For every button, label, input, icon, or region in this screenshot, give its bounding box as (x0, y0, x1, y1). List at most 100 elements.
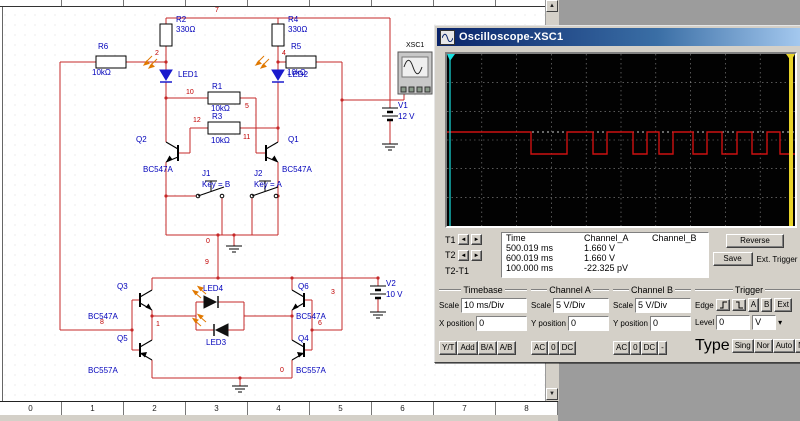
j1-key: Key = B (202, 180, 231, 189)
window-title: Oscilloscope-XSC1 (459, 31, 564, 43)
trigger-title: Trigger (734, 284, 764, 295)
rising-edge-icon-button[interactable] (715, 299, 730, 311)
ruler-mark: 2 (124, 402, 186, 416)
scroll-down-arrow[interactable]: ▼ (546, 388, 558, 400)
trigger-level-unit-select[interactable]: V (752, 315, 777, 330)
channel-a-yposition-label: Y position (531, 319, 566, 328)
trigger-sing-button[interactable]: Sing (731, 339, 754, 353)
channel-a-scale-field[interactable]: 5 V/Div (553, 298, 609, 313)
resistors[interactable] (95, 23, 317, 135)
channel-a-zero-button[interactable]: 0 (548, 341, 559, 355)
led4-label: LED4 (203, 284, 224, 293)
node-8: 8 (100, 319, 104, 326)
trigger-nor-button[interactable]: Nor (753, 339, 773, 353)
channel-b-invert-button[interactable]: - (658, 341, 667, 355)
save-button[interactable]: Save (712, 252, 753, 266)
battery-v1[interactable] (382, 107, 398, 122)
ab-mode-button[interactable]: A/B (496, 341, 516, 355)
oscilloscope-titlebar[interactable]: Oscilloscope-XSC1 (437, 28, 800, 46)
q4-type: BC557A (296, 366, 326, 375)
measurement-panel: Time Channel_A Channel_B 500.019 ms 1.66… (501, 232, 709, 278)
ruler-gap (0, 415, 558, 421)
yt-mode-button[interactable]: Y/T (439, 341, 458, 355)
ext-trigger-label: Ext. Trigger (756, 254, 798, 264)
channel-b-scale-field[interactable]: 5 V/Div (635, 298, 691, 313)
j1-label: J1 (202, 169, 211, 178)
node-4: 4 (282, 50, 286, 57)
led2-symbol[interactable] (271, 69, 285, 83)
node-3: 3 (331, 289, 335, 296)
t2-right-arrow-button[interactable]: ► (470, 249, 482, 261)
led2-label: LED2 (288, 70, 309, 79)
t2-t1-readout-row: 100.000 ms -22.325 pV (502, 263, 708, 273)
timebase-xposition-field[interactable]: 0 (476, 316, 527, 331)
xsc1-instrument-icon[interactable] (397, 51, 433, 95)
channel-b-zero-button[interactable]: 0 (630, 341, 641, 355)
q6-label: Q6 (298, 282, 309, 291)
node-0b: 0 (280, 367, 284, 374)
v1-value: 12 V (398, 112, 415, 121)
ba-mode-button[interactable]: B/A (477, 341, 497, 355)
add-mode-button[interactable]: Add (457, 341, 478, 355)
channel-a-column-header: Channel_A (584, 233, 629, 243)
node-7: 7 (215, 7, 219, 14)
channel-a-title: Channel A (549, 284, 591, 295)
channel-a-group: Channel A Scale 5 V/Div Y position 0 AC … (529, 284, 611, 358)
r3-value: 10kΩ (211, 136, 230, 145)
channel-b-group: Channel B Scale 5 V/Div Y position 0 AC … (611, 284, 693, 358)
channel-b-scale-label: Scale (613, 301, 634, 310)
t2-label: T2 (445, 250, 456, 260)
led1-symbol[interactable] (159, 69, 173, 83)
q4-label: Q4 (298, 334, 309, 343)
node-5: 5 (245, 103, 249, 110)
t1-left-arrow-button[interactable]: ◄ (457, 234, 469, 245)
r3-label: R3 (212, 112, 223, 121)
t2-t1-channel-b (652, 263, 708, 273)
led3-label: LED3 (206, 338, 227, 347)
scope-controls: Timebase Scale 10 ms/Div X position 0 Y/… (437, 284, 800, 358)
timebase-group: Timebase Scale 10 ms/Div X position 0 Y/… (437, 284, 529, 358)
led4-symbol[interactable] (203, 295, 219, 309)
channel-a-yposition-field[interactable]: 0 (568, 316, 609, 331)
trigger-b-button[interactable]: B (761, 298, 773, 312)
timebase-scale-field[interactable]: 10 ms/Div (461, 298, 527, 313)
node-1: 1 (156, 321, 160, 328)
falling-edge-icon-button[interactable] (731, 299, 746, 311)
channel-b-column-header: Channel_B (652, 233, 697, 243)
q2-label: Q2 (136, 135, 147, 144)
node-11: 11 (243, 134, 251, 141)
trigger-level-field[interactable]: 0 (716, 315, 751, 330)
channel-a-dc-button[interactable]: DC (558, 341, 577, 355)
t2-left-arrow-button[interactable]: ◄ (457, 249, 469, 261)
node-10: 10 (186, 89, 194, 96)
t2-channel-b (652, 253, 708, 263)
time-column-header: Time (506, 233, 526, 243)
channel-a-ac-button[interactable]: AC (531, 341, 549, 355)
falling-edge-icon (735, 301, 743, 309)
battery-v2[interactable] (370, 285, 386, 300)
v1-label: V1 (398, 101, 408, 110)
t1-label: T1 (445, 234, 456, 245)
timebase-title: Timebase (463, 284, 503, 295)
t1-right-arrow-button[interactable]: ► (470, 234, 482, 245)
wires[interactable] (59, 17, 405, 386)
channel-b-dc-button[interactable]: DC (640, 341, 659, 355)
q3-label: Q3 (117, 282, 128, 291)
ruler-mark: 0 (0, 402, 62, 416)
trigger-none-button[interactable]: None (795, 339, 800, 353)
channel-b-yposition-field[interactable]: 0 (650, 316, 691, 331)
scope-screen-svg (447, 54, 795, 226)
trigger-auto-button[interactable]: Auto (772, 339, 796, 353)
measurement-header: Time Channel_A Channel_B (502, 233, 708, 243)
led3-symbol[interactable] (213, 323, 229, 337)
ruler-mark: 1 (62, 402, 124, 416)
scroll-up-arrow[interactable]: ▲ (546, 0, 558, 12)
reverse-button[interactable]: Reverse (726, 234, 784, 248)
ground-symbols[interactable] (226, 143, 398, 393)
dropdown-arrow-icon[interactable]: ▾ (778, 318, 782, 327)
r6-value: 10kΩ (92, 68, 111, 77)
trigger-a-button[interactable]: A (747, 298, 760, 312)
channel-b-ac-button[interactable]: AC (613, 341, 631, 355)
ruler-mark: 8 (496, 402, 558, 416)
trigger-ext-button[interactable]: Ext (774, 298, 792, 312)
